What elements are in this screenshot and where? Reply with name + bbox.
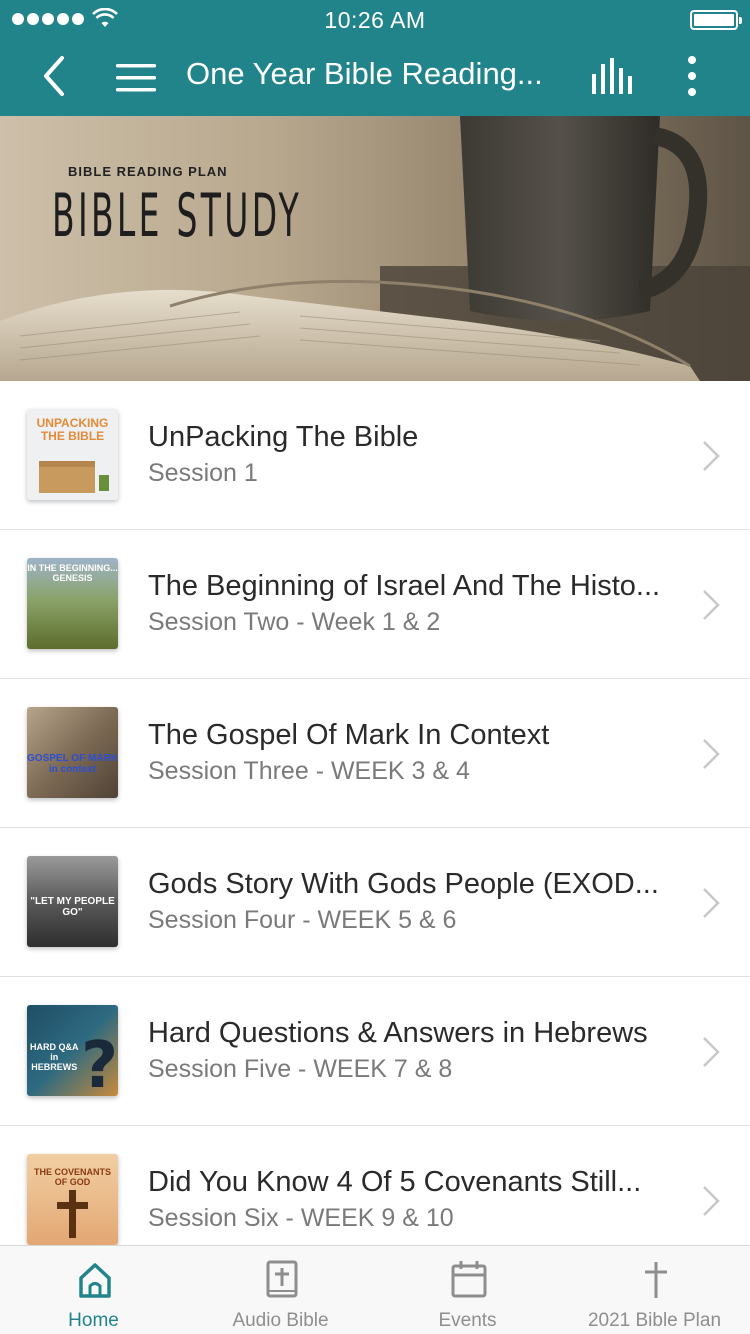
hero-title: BIBLE STUDY [52, 181, 303, 251]
session-title: Hard Questions & Answers in Hebrews [148, 1017, 648, 1049]
nav-bar: One Year Bible Reading... [0, 40, 750, 116]
tab-audio-bible[interactable]: Audio Bible [187, 1246, 374, 1334]
tab-label: Home [68, 1310, 119, 1331]
thumbnail-text: HARD Q&A in HEBREWS [30, 1042, 79, 1072]
tab-2021-bible-plan[interactable]: 2021 Bible Plan [561, 1246, 748, 1334]
thumbnail-text: THE COVENANTS OF GOD [33, 1167, 111, 1187]
list-item[interactable]: ? HARD Q&A in HEBREWS Hard Questions & A… [0, 977, 750, 1126]
thumbnail-text: "LET MY PEOPLE GO" [30, 896, 115, 918]
session-thumbnail: ? HARD Q&A in HEBREWS [27, 1005, 118, 1096]
session-title: The Gospel Of Mark In Context [148, 719, 550, 751]
tab-label: Events [438, 1310, 497, 1331]
list-item[interactable]: UNPACKING THE BIBLE UnPacking The Bible … [0, 381, 750, 530]
session-title: The Beginning of Israel And The Histo... [148, 570, 661, 602]
status-bar: 10:26 AM [0, 0, 750, 40]
thumbnail-text: GOSPEL OF MARK in context [27, 753, 118, 775]
chevron-right-icon [703, 1037, 720, 1067]
tab-home[interactable]: Home [0, 1246, 187, 1334]
session-title: UnPacking The Bible [148, 421, 419, 453]
list-item[interactable]: IN THE BEGINNING... GENESIS The Beginnin… [0, 530, 750, 679]
session-subtitle: Session Six - WEEK 9 & 10 [148, 1204, 454, 1232]
status-time: 10:26 AM [324, 7, 426, 33]
tab-bar: Home Audio Bible Events 2021 Bible Plan [0, 1245, 750, 1334]
home-icon [79, 1263, 111, 1298]
thumbnail-text: IN THE BEGINNING... GENESIS [27, 563, 118, 583]
session-thumbnail: IN THE BEGINNING... GENESIS [27, 558, 118, 649]
session-thumbnail: UNPACKING THE BIBLE [27, 409, 118, 500]
chevron-right-icon [703, 739, 720, 769]
session-subtitle: Session Five - WEEK 7 & 8 [148, 1055, 453, 1083]
session-thumbnail: THE COVENANTS OF GOD [27, 1154, 118, 1245]
session-title: Gods Story With Gods People (EXOD... [148, 868, 659, 900]
back-arrow-icon[interactable] [36, 52, 76, 100]
bible-book-icon [266, 1260, 298, 1298]
hero-banner: BIBLE READING PLAN BIBLE STUDY [0, 116, 750, 381]
list-item[interactable]: "LET MY PEOPLE GO" Gods Story With Gods … [0, 828, 750, 977]
calendar-icon [451, 1261, 487, 1298]
chevron-right-icon [703, 888, 720, 918]
hero-kicker: BIBLE READING PLAN [68, 164, 228, 179]
equalizer-icon[interactable] [588, 54, 636, 100]
tab-label: Audio Bible [232, 1310, 329, 1331]
list-item[interactable]: GOSPEL OF MARK in context The Gospel Of … [0, 679, 750, 828]
more-options-icon[interactable] [676, 54, 708, 100]
session-subtitle: Session 1 [148, 459, 258, 487]
tab-events[interactable]: Events [374, 1246, 561, 1334]
session-title: Did You Know 4 Of 5 Covenants Still... [148, 1166, 642, 1198]
chevron-right-icon [703, 441, 720, 471]
top-bar: 10:26 AM One Year Bible Reading... [0, 0, 750, 116]
session-subtitle: Session Two - Week 1 & 2 [148, 608, 441, 636]
battery-icon [690, 10, 742, 30]
cross-icon [645, 1262, 667, 1298]
session-subtitle: Session Three - WEEK 3 & 4 [148, 757, 470, 785]
hamburger-menu-icon[interactable] [112, 58, 160, 98]
session-subtitle: Session Four - WEEK 5 & 6 [148, 906, 457, 934]
svg-text:?: ? [81, 1029, 118, 1096]
session-thumbnail: "LET MY PEOPLE GO" [27, 856, 118, 947]
chevron-right-icon [703, 590, 720, 620]
page-title: One Year Bible Reading... [186, 56, 543, 91]
session-thumbnail: GOSPEL OF MARK in context [27, 707, 118, 798]
chevron-right-icon [703, 1186, 720, 1216]
thumbnail-text: UNPACKING THE BIBLE [36, 416, 109, 444]
session-list: UNPACKING THE BIBLE UnPacking The Bible … [0, 381, 750, 1275]
tab-label: 2021 Bible Plan [587, 1310, 722, 1331]
